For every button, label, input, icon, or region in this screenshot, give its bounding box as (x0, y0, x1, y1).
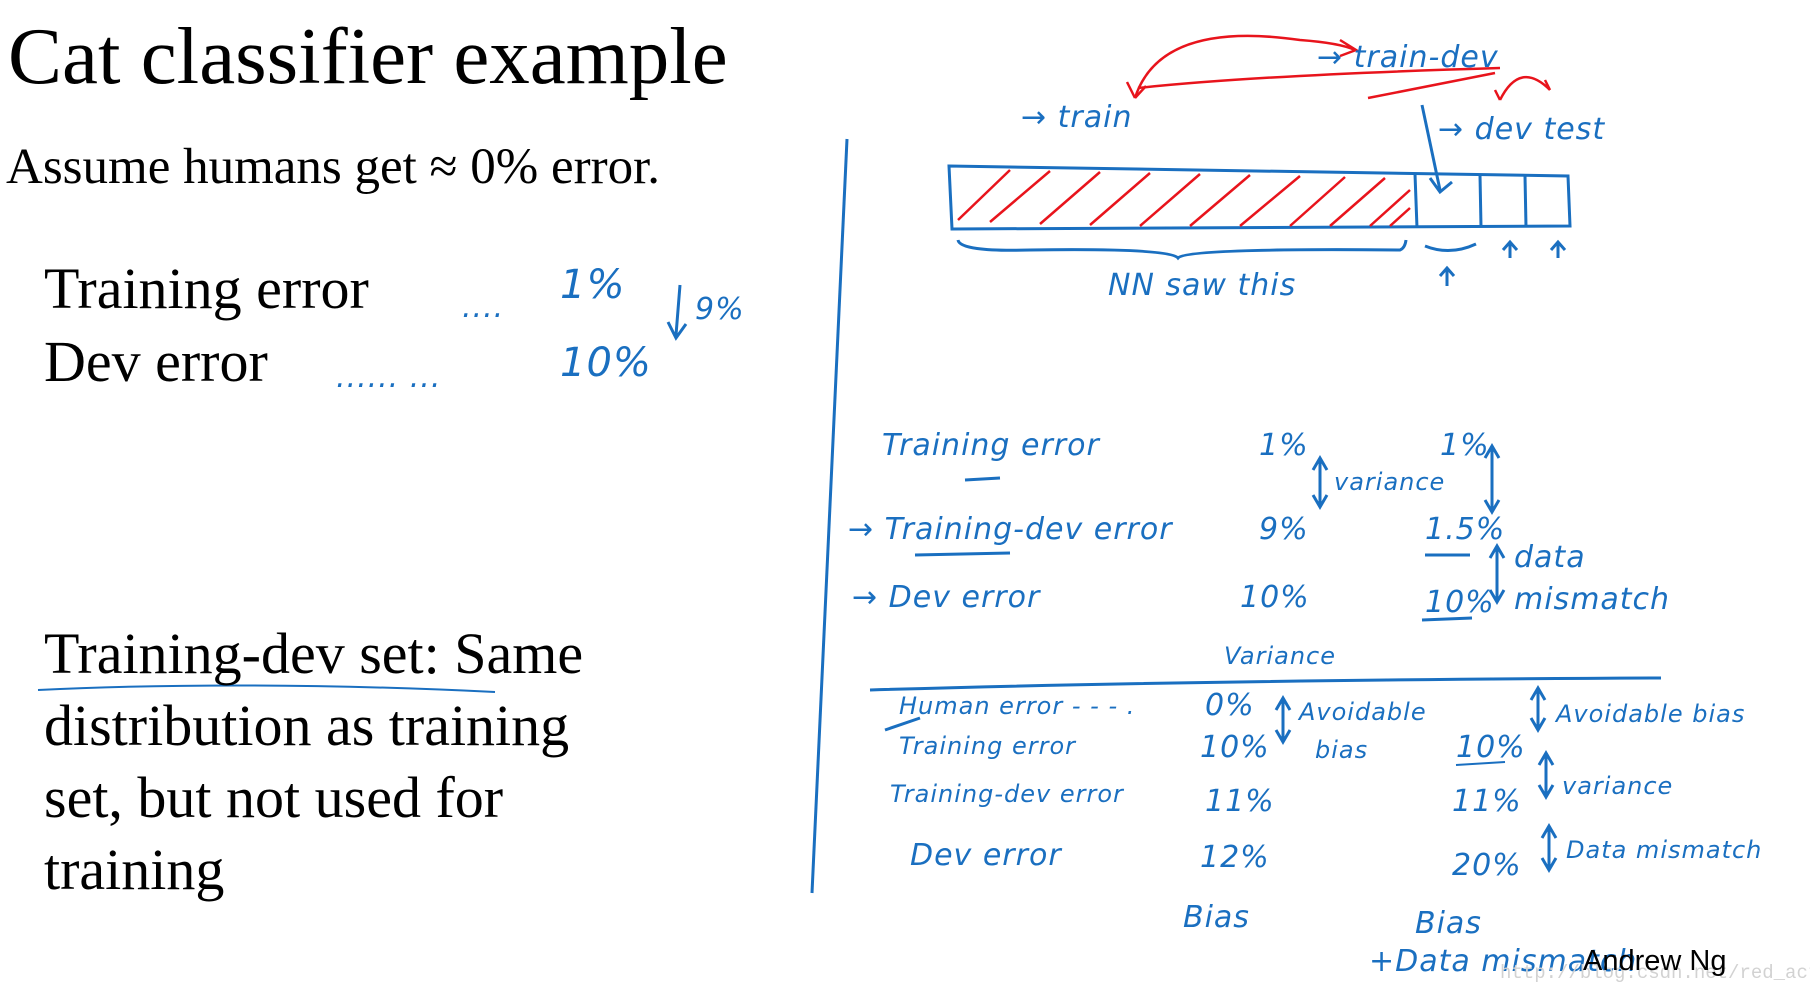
t2-a-diagnosis: Bias (1183, 900, 1250, 935)
nn-saw-label: NN saw this (1108, 268, 1297, 303)
t2-a-note-1: Avoidable (1299, 698, 1427, 726)
t2-row1-a: 0% (1205, 688, 1255, 723)
t1-row3-label: → Dev error (852, 580, 1041, 615)
author-name: Andrew Ng (1583, 945, 1727, 977)
t1-row1-b: 1% (1440, 428, 1490, 463)
train-dev-label: → train-dev (1317, 40, 1499, 75)
t1-row2-b: 1.5% (1425, 512, 1506, 547)
t2-row4-a: 12% (1200, 840, 1270, 875)
t2-row4-b: 20% (1452, 848, 1522, 883)
t1-col-a-diagnosis: Variance (1224, 642, 1337, 670)
definition-line-1: Training-dev set: Same (44, 621, 584, 686)
t2-row3-label: Training-dev error (890, 780, 1124, 808)
t1-row3-a: 10% (1240, 580, 1310, 615)
t2-row3-a: 11% (1205, 784, 1275, 819)
t2-row3-b: 11% (1452, 784, 1522, 819)
slide: Cat classifier example Assume humans get… (0, 0, 1810, 990)
t2-b-diagnosis-1: Bias (1415, 906, 1482, 941)
t1-variance-note: variance (1334, 468, 1446, 496)
training-error-dots: .... (462, 290, 505, 325)
t1-row1-label: Training error (882, 428, 1100, 463)
t2-row4-label: Dev error (910, 838, 1062, 873)
t2-b-note-2: variance (1562, 772, 1674, 800)
t2-row2-b: 10% (1456, 730, 1526, 765)
t1-row2-label: → Training-dev error (848, 512, 1173, 547)
t1-mismatch-note: mismatch (1514, 582, 1671, 617)
dev-test-label: → dev test (1438, 112, 1606, 147)
t2-row2-label: Training error (899, 732, 1077, 760)
definition-line-4: training (44, 837, 225, 902)
t2-b-note-3: Data mismatch (1566, 836, 1763, 864)
t1-row2-a: 9% (1259, 512, 1309, 547)
dev-error-dots: ...... ... (336, 360, 442, 395)
t2-a-note-2: bias (1315, 736, 1369, 764)
training-error-value: 1% (560, 262, 626, 308)
assumption-text: Assume humans get ≈ 0% error. (6, 139, 661, 195)
definition-line-2: distribution as training (44, 693, 570, 758)
slide-title: Cat classifier example (8, 11, 728, 101)
t2-row1-label: Human error - - - . (899, 692, 1136, 720)
t2-row2-a: 10% (1200, 730, 1270, 765)
t1-data-note: data (1514, 540, 1586, 575)
gap-note: 9% (695, 292, 745, 327)
divider-line (810, 138, 849, 894)
t1-row3-b: 10% (1425, 585, 1495, 620)
definition-line-3: set, but not used for (44, 765, 504, 830)
train-label: → train (1021, 100, 1133, 135)
t2-b-note-1: Avoidable bias (1556, 700, 1746, 728)
training-error-label: Training error (44, 256, 369, 321)
dev-error-value: 10% (560, 340, 652, 386)
t1-row1-a: 1% (1259, 428, 1309, 463)
dev-error-label: Dev error (44, 329, 268, 394)
